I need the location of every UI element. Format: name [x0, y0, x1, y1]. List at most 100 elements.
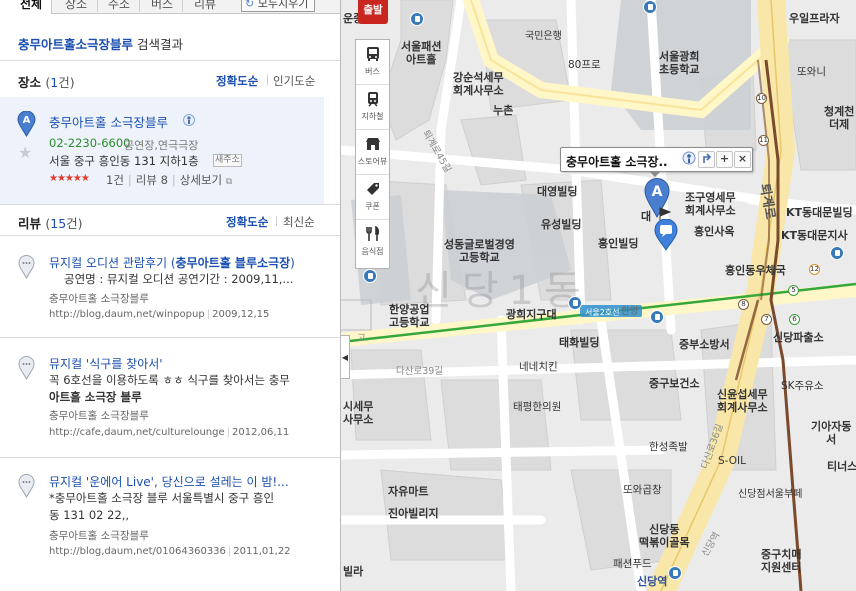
place-count[interactable]: 1건	[106, 173, 124, 187]
map-label: KT동대문지사	[781, 229, 848, 242]
search-query: 충무아트홀소극장블루	[18, 37, 134, 52]
review-source: 충무아트홀 소극장블루	[49, 530, 149, 542]
tool-bus[interactable]: 버스	[356, 40, 389, 85]
review-title[interactable]: 뮤지컬 '운에어 Live', 당신으로 설레는 이 밤!...	[49, 473, 289, 490]
map-label: 또와니	[797, 66, 826, 78]
svg-text:A: A	[23, 115, 31, 126]
map-view[interactable]: 신당1동 서울패션 아트홀 국민은행 80프로 서울광희 초등학교 강순석세무 …	[341, 0, 856, 591]
map-label: 한양공업 고등학교	[389, 303, 430, 329]
map-label: 흥인빌딩	[598, 237, 639, 250]
tab-places[interactable]: 장소	[65, 0, 87, 14]
metro-exit-marker[interactable]: 5	[788, 285, 799, 296]
review-title[interactable]: 뮤지컬 오디션 관람후기 (충무아트홀 블루소극장)	[49, 254, 295, 271]
tab-all[interactable]: 전체	[0, 0, 52, 14]
map-label: 기아자동 서	[811, 420, 852, 446]
sort-popular-link[interactable]: 인기도순	[273, 73, 315, 89]
place-category: 공연장,연극극장	[124, 139, 199, 152]
marker-a-icon: A	[17, 111, 36, 137]
speech-bubble-pin-icon	[18, 474, 35, 498]
metro-exit-marker[interactable]: 11	[758, 135, 769, 146]
tab-bus[interactable]: 버스	[151, 0, 173, 14]
place-detail-link[interactable]: 상세보기	[180, 173, 222, 187]
bus-stop-icon[interactable]	[830, 246, 844, 260]
review-pin-icon[interactable]	[654, 219, 678, 251]
reset-label: 모두지우기	[257, 0, 309, 10]
roadview-icon[interactable]	[183, 113, 195, 127]
place-name[interactable]: 충무아트홀 소극장블루	[49, 112, 168, 131]
tool-storeview[interactable]: 스토어뷰	[356, 130, 389, 175]
sort-accuracy-link[interactable]: 정확도순	[226, 214, 268, 230]
review-url[interactable]: http://blog,daum,net/winpopup | 2009,12,15	[49, 309, 269, 320]
district-label: 신당1동	[415, 268, 591, 314]
review-item[interactable]: 뮤지컬 '식구를 찾아서' 꼭 6호선을 이용하도록 ㅎㅎ 식구를 찾아서는 충…	[0, 355, 330, 445]
map-label: 신윤섭세무 회계사무소	[717, 388, 768, 414]
metro-exit-marker[interactable]: 12	[809, 264, 820, 275]
map-label: 80프로	[568, 59, 601, 71]
bus-stop-icon[interactable]	[410, 12, 424, 26]
bus-stop-icon[interactable]	[568, 296, 582, 310]
reset-all-button[interactable]: ↻ 모두지우기	[241, 0, 315, 12]
review-source: 충무아트홀 소극장블루	[49, 293, 149, 305]
route-label: 서울2호선	[585, 308, 620, 317]
search-summary: 충무아트홀소극장블루 검색결과	[18, 34, 183, 53]
departure-badge[interactable]: 출발	[358, 0, 388, 24]
review-item[interactable]: 뮤지컬 오디션 관람후기 (충무아트홀 블루소극장) 공연명 : 뮤지컬 오디션…	[0, 254, 330, 334]
tool-restaurant[interactable]: 음식점	[356, 220, 389, 265]
review-source: 충무아트홀 소극장블루	[49, 410, 149, 422]
place-info-popup[interactable]: 충무아트홀 소극장.. + ×	[560, 147, 753, 177]
divider	[0, 337, 340, 338]
tab-review[interactable]: 리뷰	[194, 0, 216, 14]
review-item[interactable]: 뮤지컬 '운에어 Live', 당신으로 설레는 이 밤!... *충무아트홀 …	[0, 473, 330, 565]
metro-exit-marker[interactable]: 8	[738, 299, 749, 310]
reviews-section-title: 리뷰 (15건)	[18, 216, 83, 231]
fork-knife-icon	[366, 226, 380, 241]
divider	[0, 457, 340, 458]
sort-accuracy-link[interactable]: 정확도순	[216, 73, 258, 89]
map-label: 태평한의원	[513, 401, 562, 413]
map-label: 네네치킨	[519, 361, 558, 373]
place-reviews-link[interactable]: 리뷰 8	[136, 173, 168, 187]
review-url[interactable]: http://cafe,daum,net/culturelounge | 2012,…	[49, 427, 289, 438]
bookmark-star-icon[interactable]: ★	[18, 143, 32, 162]
collapse-panel-button[interactable]: ◀	[341, 335, 350, 379]
divider	[0, 204, 340, 205]
map-label: 유성빌딩	[541, 218, 582, 231]
road-label: 한양	[621, 306, 639, 317]
tool-coupon[interactable]: 쿠폰	[356, 175, 389, 220]
review-excerpt-cont: 아트홀 소극장 블루	[49, 390, 142, 404]
metro-exit-marker[interactable]: 6	[789, 314, 800, 325]
road-label: 다산로39길	[396, 366, 444, 377]
roadview-icon[interactable]	[680, 151, 697, 168]
review-excerpt: *충무아트홀 소극장 블루 서울특별시 중구 흥인	[49, 491, 275, 505]
popup-title[interactable]: 충무아트홀 소극장..	[566, 153, 668, 170]
tab-address[interactable]: 주소	[108, 0, 130, 14]
map-label: 조구영세무 회계사무소	[685, 191, 736, 217]
review-title[interactable]: 뮤지컬 '식구를 찾아서'	[49, 355, 163, 372]
place-result-item[interactable]: A ★ 충무아트홀 소극장블루 02-2230-6600 공연장,연극극장 서울…	[0, 97, 324, 204]
new-address-badge[interactable]: 새주소	[213, 154, 242, 167]
review-excerpt: 공연명 : 뮤지컬 오디션 공연기간 : 2009,11,...	[64, 272, 294, 286]
map-label: 한성족발	[649, 441, 688, 453]
bus-stop-icon[interactable]	[650, 310, 664, 324]
close-popup-button[interactable]: ×	[734, 151, 751, 168]
map-label: 중구보건소	[649, 377, 700, 390]
map-label: KT동대문빌딩	[786, 206, 853, 219]
bus-stop-icon[interactable]	[363, 269, 377, 283]
svg-text:A: A	[652, 184, 663, 200]
directions-icon[interactable]	[698, 151, 715, 168]
zoom-in-button[interactable]: +	[716, 151, 733, 168]
bus-stop-icon[interactable]	[668, 566, 682, 580]
map-label: 빌라	[343, 565, 364, 578]
map-label: 강순석세무 회계사무소	[453, 71, 504, 97]
map-label: 서울광희 초등학교	[659, 50, 700, 76]
bus-stop-icon[interactable]	[643, 0, 657, 14]
map-label: 누촌	[493, 104, 514, 117]
map-label: 티너스	[827, 460, 856, 473]
metro-exit-marker[interactable]: 7	[761, 314, 772, 325]
tool-subway[interactable]: 지하철	[356, 85, 389, 130]
review-url[interactable]: http://blog,daum,net/01064360336 | 2011,01…	[49, 546, 291, 557]
map-label: 패션푸드	[613, 558, 652, 570]
metro-exit-marker[interactable]: 10	[756, 93, 767, 104]
sort-divider	[276, 216, 277, 226]
sort-latest-link[interactable]: 최신순	[283, 214, 315, 230]
